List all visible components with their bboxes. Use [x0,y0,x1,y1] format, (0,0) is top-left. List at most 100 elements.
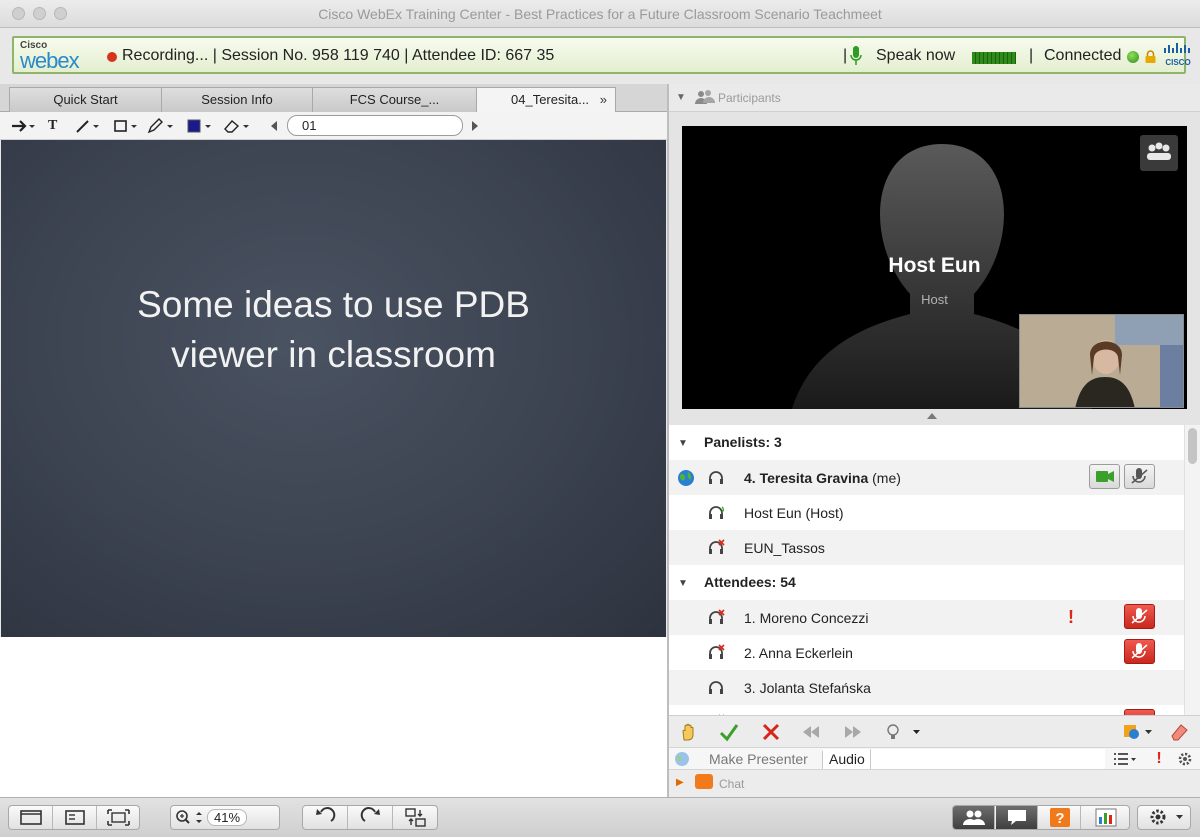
checkmark-icon[interactable] [719,722,739,742]
page-number-input[interactable]: 01 [287,115,463,136]
chat-panel-toggle[interactable] [996,806,1038,829]
tab-fcs-course[interactable]: FCS Course_... [312,87,477,112]
line-tool-icon[interactable] [74,116,100,136]
list-view-icon[interactable] [1113,751,1137,767]
more-tabs-icon[interactable]: » [600,88,607,112]
rewind-icon[interactable] [801,722,821,742]
headset-icon [709,471,723,484]
group-label: Panelists: 3 [704,434,782,450]
participant-list: ▼ Panelists: 3 4. Teresita Gravina (me) [669,425,1184,715]
audio-button[interactable]: Audio [823,749,871,769]
list-item[interactable]: 2. Anna Eckerlein [669,635,1184,670]
raise-hand-icon[interactable] [679,722,699,742]
tab-quick-start[interactable]: Quick Start [9,87,162,112]
rotate-right-icon [360,807,380,822]
list-item[interactable]: 1. Moreno Concezzi ! [669,600,1184,635]
cross-icon[interactable] [761,722,781,742]
tab-session-info[interactable]: Session Info [161,87,313,112]
list-item[interactable]: 3. Jolanta Stefańska [669,670,1184,705]
qa-panel-toggle[interactable]: ? [1039,806,1081,829]
pointer-tool-icon[interactable] [10,116,36,136]
tab-teresita[interactable]: 04_Teresita... » [476,87,616,113]
document-tabs: Quick Start Session Info FCS Course_... … [0,84,667,113]
shape-tool-icon[interactable] [112,116,138,136]
settings-button[interactable] [1137,805,1191,830]
active-speaker-video[interactable]: Host Eun Host [682,126,1187,409]
self-view-image [1020,315,1183,407]
scrollbar-thumb[interactable] [1188,428,1197,464]
active-speaker-role: Host [921,292,948,307]
chat-icon [1008,810,1026,825]
presenter-globe-icon [678,470,694,486]
rotate-left-button[interactable] [303,806,348,829]
text-tool-icon[interactable]: T [48,116,57,136]
assign-role-icon[interactable] [1121,722,1153,742]
highlighter-tool-icon[interactable] [146,116,174,136]
window-title: Cisco WebEx Training Center - Best Pract… [318,6,882,22]
lightbulb-dropdown-icon[interactable] [883,722,921,742]
annotation-toolbar: T 01 [0,112,667,140]
sync-display-button[interactable] [393,806,438,829]
speak-now-label: Speak now [876,47,956,64]
video-layout-button[interactable] [1140,135,1178,171]
title-bar: Cisco WebEx Training Center - Best Pract… [0,0,1200,28]
list-item[interactable]: Host Eun (Host) [669,495,1184,530]
participants-panel-header[interactable]: ▼ Participants [669,84,1200,112]
fast-forward-icon[interactable] [843,722,863,742]
chat-panel-header[interactable]: ▶ Chat [669,770,1200,797]
fit-to-screen-button[interactable] [97,806,140,829]
recording-icon [107,52,117,62]
headset-disconnected-icon [709,539,725,554]
eraser-tool-icon[interactable] [222,116,250,136]
group-label: Attendees: 54 [704,574,796,590]
participant-filter-field[interactable] [871,749,1105,769]
participant-name: Host Eun (Host) [744,505,844,521]
polling-panel-toggle[interactable] [1082,806,1129,829]
full-view-button[interactable] [9,806,53,829]
zoom-icon [176,810,202,824]
headset-disconnected-icon [709,609,725,624]
self-view-video[interactable] [1019,314,1184,408]
lock-icon [1145,50,1156,63]
rotate-left-icon [316,807,336,822]
list-item[interactable]: 4. Teresita Gravina (me) [669,460,1184,495]
settings-gear-icon[interactable] [1176,751,1194,767]
rotate-right-button[interactable] [348,806,393,829]
participant-name: 3. Jolanta Stefańska [744,680,871,696]
thumbnail-view-button[interactable] [53,806,97,829]
headset-speaking-icon [709,506,724,519]
attention-flag: ! [1068,607,1074,627]
zoom-level[interactable]: 41% [207,809,247,826]
fullscreen-icon [107,809,130,826]
video-resize-handle[interactable] [927,413,937,419]
next-page-icon[interactable] [469,116,481,136]
list-item[interactable]: EUN_Tassos [669,530,1184,565]
video-camera-button[interactable] [1089,464,1120,489]
attendees-group-header[interactable]: ▼ Attendees: 54 [669,565,1184,600]
expand-icon[interactable]: ▼ [678,578,688,589]
collapse-icon[interactable]: ▼ [676,92,686,103]
list-item-partial[interactable] [669,705,1184,715]
participant-list-scrollbar[interactable] [1184,425,1200,715]
webex-window: Cisco WebEx Training Center - Best Pract… [0,0,1200,837]
participant-name: 4. Teresita Gravina (me) [744,470,901,486]
presenter-globe-icon [675,752,689,766]
zoom-control[interactable]: 41% [170,805,280,830]
unmute-button[interactable] [1124,639,1155,664]
sync-icon [405,808,426,827]
session-status: Recording... | Session No. 958 119 740 |… [122,47,555,64]
content-area-background [0,637,667,797]
mute-button[interactable] [1124,464,1155,489]
panelists-group-header[interactable]: ▼ Panelists: 3 [669,425,1184,460]
expand-icon[interactable]: ▶ [676,777,684,788]
eraser-icon[interactable] [1169,722,1189,742]
make-presenter-button[interactable]: Make Presenter [699,751,823,769]
cisco-logo-text: CISCO [1165,58,1190,67]
alert-icon[interactable]: ! [1150,751,1168,767]
previous-page-icon[interactable] [268,116,280,136]
participants-header-label: Participants [718,91,781,105]
participants-panel-toggle[interactable] [953,806,995,829]
color-picker-icon[interactable] [186,116,212,136]
unmute-button[interactable] [1124,604,1155,629]
expand-icon[interactable]: ▼ [678,438,688,449]
